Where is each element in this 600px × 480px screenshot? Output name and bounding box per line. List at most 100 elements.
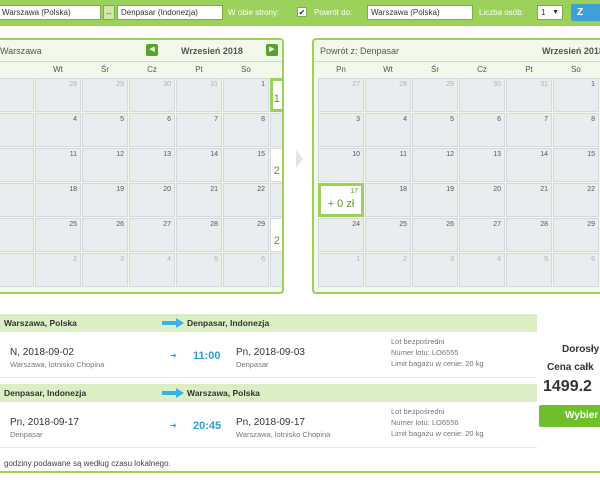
calendar-day[interactable]: 28: [506, 218, 552, 252]
calendar-day[interactable]: 25: [35, 218, 81, 252]
calendar-day[interactable]: 5: [82, 113, 128, 147]
calendar-day[interactable]: 7: [270, 253, 282, 287]
calendar-day[interactable]: 2: [35, 253, 81, 287]
select-button[interactable]: Wybier: [539, 405, 600, 427]
origin-input[interactable]: Warszawa (Polska): [0, 5, 101, 20]
destination-input[interactable]: Denpasar (Indonezja): [117, 5, 223, 20]
prev-month-icon[interactable]: ◀: [146, 44, 158, 56]
calendar-day[interactable]: 21 499 zł: [270, 78, 282, 112]
calendar-day[interactable]: 4: [365, 113, 411, 147]
calendar-day[interactable]: 7: [506, 113, 552, 147]
calendar-day[interactable]: 3: [82, 253, 128, 287]
calendar-day[interactable]: [0, 253, 34, 287]
weekday-label: Pt: [195, 65, 203, 74]
calendar-day[interactable]: 12: [82, 148, 128, 182]
calendar-day[interactable]: 11: [365, 148, 411, 182]
calendar-day[interactable]: [0, 78, 34, 112]
calendar-day[interactable]: 10: [318, 148, 364, 182]
calendar-day[interactable]: 31: [176, 78, 222, 112]
calendar-day[interactable]: 3: [412, 253, 458, 287]
calendar-day[interactable]: 9: [270, 113, 282, 147]
calendar-day[interactable]: 12: [412, 148, 458, 182]
calendar-day[interactable]: 31: [506, 78, 552, 112]
calendar-day[interactable]: 22: [553, 183, 599, 217]
calendar-day[interactable]: 23: [270, 183, 282, 217]
calendar-day[interactable]: 6: [129, 113, 175, 147]
calendar-day[interactable]: 29: [553, 218, 599, 252]
calendar-day[interactable]: 29: [82, 78, 128, 112]
calendar-day[interactable]: 27: [318, 78, 364, 112]
calendar-day[interactable]: 8: [223, 113, 269, 147]
calendar-day[interactable]: 29: [412, 78, 458, 112]
calendar-day[interactable]: 20: [459, 183, 505, 217]
calendar-day[interactable]: 27: [129, 218, 175, 252]
swap-icon[interactable]: ↔: [103, 5, 115, 20]
calendar-day[interactable]: 20: [129, 183, 175, 217]
both-ways-checkbox[interactable]: ✔: [297, 7, 307, 17]
weekday-label: So: [571, 65, 581, 74]
calendar-day[interactable]: 5: [176, 253, 222, 287]
calendar-day[interactable]: 25: [365, 218, 411, 252]
day-number: 4: [497, 256, 501, 263]
day-number: 8: [261, 116, 265, 123]
calendar-day[interactable]: 7: [176, 113, 222, 147]
calendar-day[interactable]: 1: [553, 78, 599, 112]
day-number: 8: [591, 116, 595, 123]
day-number: 28: [540, 221, 548, 228]
calendar-day[interactable]: 5: [412, 113, 458, 147]
calendar-day[interactable]: 14: [176, 148, 222, 182]
calendar-day[interactable]: 4: [459, 253, 505, 287]
calendar-day[interactable]: 19: [412, 183, 458, 217]
day-number: 20: [493, 186, 501, 193]
calendar-day[interactable]: [0, 183, 34, 217]
calendar-day[interactable]: 18: [365, 183, 411, 217]
calendar-day[interactable]: 14: [506, 148, 552, 182]
passengers-select[interactable]: 1 ▼: [537, 5, 563, 20]
calendar-day[interactable]: 18: [35, 183, 81, 217]
calendar-day[interactable]: 302 549 zł: [270, 218, 282, 252]
calendar-day[interactable]: [0, 218, 34, 252]
search-button[interactable]: Z: [571, 4, 600, 21]
calendar-day[interactable]: 162 399 zł: [270, 148, 282, 182]
calendar-day[interactable]: 15: [553, 148, 599, 182]
calendar-day[interactable]: 30: [129, 78, 175, 112]
calendar-day[interactable]: 1: [318, 253, 364, 287]
calendar-day[interactable]: 17 + 0 zł: [318, 183, 364, 217]
calendar-day[interactable]: 21: [176, 183, 222, 217]
calendar-day[interactable]: 26: [412, 218, 458, 252]
calendar-day[interactable]: 28: [176, 218, 222, 252]
weekday-label: Wt: [383, 65, 393, 74]
calendar-day[interactable]: 8: [553, 113, 599, 147]
calendar-day[interactable]: 3: [318, 113, 364, 147]
calendar-day[interactable]: 27: [459, 218, 505, 252]
calendar-day[interactable]: [0, 113, 34, 147]
timezone-note: godziny podawane są według czasu lokalne…: [4, 459, 171, 468]
calendar-day[interactable]: 22: [223, 183, 269, 217]
calendar-day[interactable]: 13: [459, 148, 505, 182]
calendar-day[interactable]: 4: [35, 113, 81, 147]
calendar-header: Powrót z: Denpasar Wrzesień 2018: [314, 40, 600, 62]
calendar-day[interactable]: 13: [129, 148, 175, 182]
calendar-day[interactable]: 6: [553, 253, 599, 287]
calendar-day[interactable]: 2: [365, 253, 411, 287]
calendar-day[interactable]: 15: [223, 148, 269, 182]
calendar-day[interactable]: 1: [223, 78, 269, 112]
calendar-day[interactable]: 24: [318, 218, 364, 252]
calendar-day[interactable]: 11: [35, 148, 81, 182]
calendar-day[interactable]: 19: [82, 183, 128, 217]
return-leg-details[interactable]: Pn, 2018-09-17 Denpasar ➔ 20:45 Pn, 2018…: [0, 402, 537, 448]
calendar-day[interactable]: [0, 148, 34, 182]
calendar-day[interactable]: 30: [459, 78, 505, 112]
calendar-day[interactable]: 26: [82, 218, 128, 252]
calendar-day[interactable]: 6: [223, 253, 269, 287]
calendar-day[interactable]: 29: [223, 218, 269, 252]
calendar-day[interactable]: 28: [365, 78, 411, 112]
calendar-day[interactable]: 5: [506, 253, 552, 287]
calendar-day[interactable]: 6: [459, 113, 505, 147]
calendar-day[interactable]: 28: [35, 78, 81, 112]
calendar-day[interactable]: 21: [506, 183, 552, 217]
next-month-icon[interactable]: ▶: [266, 44, 278, 56]
outbound-leg-details[interactable]: N, 2018-09-02 Warszawa, lotnisko Chopina…: [0, 332, 537, 378]
calendar-day[interactable]: 4: [129, 253, 175, 287]
return-input[interactable]: Warszawa (Polska): [367, 5, 473, 20]
